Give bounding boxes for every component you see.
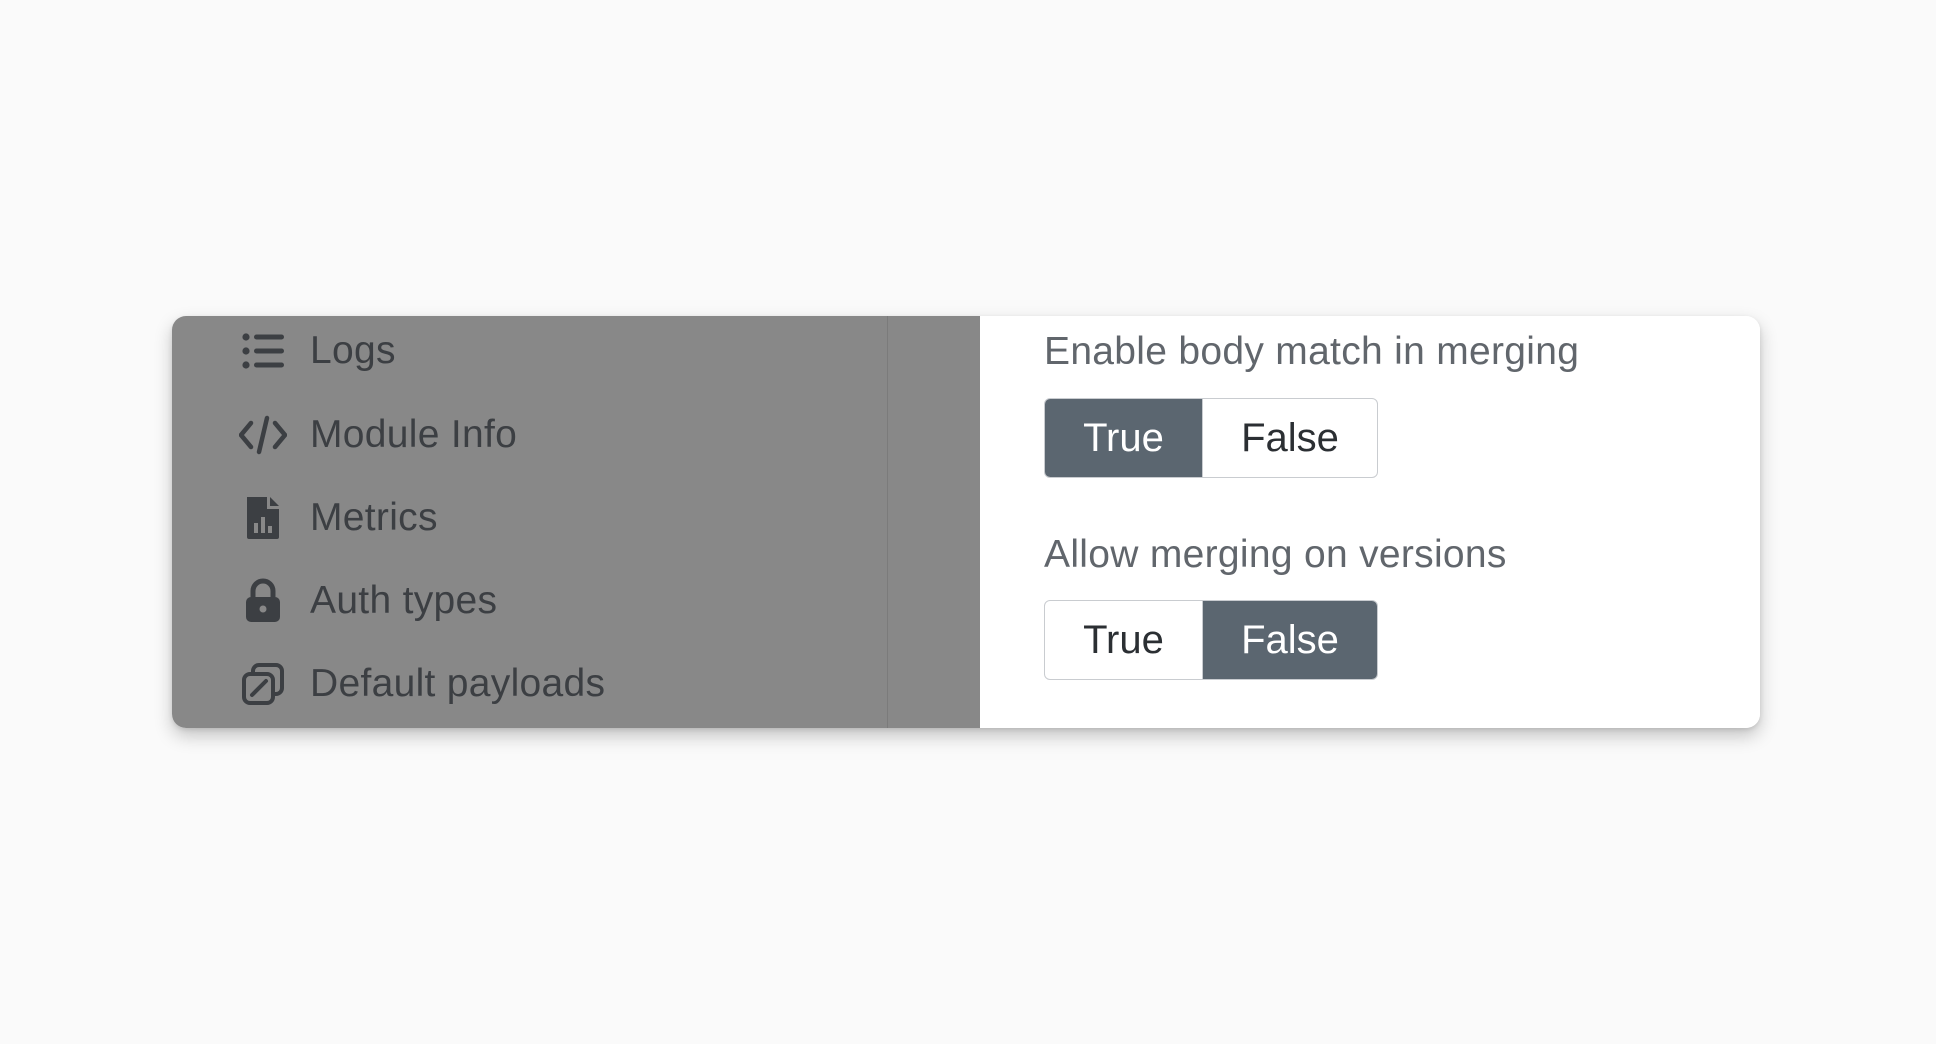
lock-icon [238,576,288,626]
sidebar-divider [887,316,888,728]
sidebar-item-auth-types[interactable]: Auth types [238,571,497,631]
sidebar-nav: Logs Module Info Metrics Auth types Defa… [172,316,887,728]
payload-icon [238,659,288,709]
body-match-label: Enable body match in merging [1044,330,1580,373]
merge-versions-true-button[interactable]: True [1045,601,1203,679]
sidebar-item-metrics[interactable]: Metrics [238,488,438,548]
code-icon [238,410,288,460]
sidebar-item-label: Metrics [310,496,438,539]
list-icon [238,326,288,376]
file-chart-icon [238,493,288,543]
sidebar-item-label: Default payloads [310,662,606,705]
sidebar-item-label: Auth types [310,579,498,622]
sidebar-item-module-info[interactable]: Module Info [238,405,517,465]
body-match-toggle: True False [1044,398,1378,478]
body-match-true-button[interactable]: True [1045,399,1203,477]
sidebar-item-default-payloads[interactable]: Default payloads [238,654,605,714]
settings-content: Enable body match in merging True False … [980,316,1760,728]
settings-panel: Logs Module Info Metrics Auth types Defa… [172,316,1760,728]
body-match-false-button[interactable]: False [1203,399,1377,477]
sidebar: Logs Module Info Metrics Auth types Defa… [172,316,980,728]
merge-versions-label: Allow merging on versions [1044,533,1507,576]
sidebar-item-logs[interactable]: Logs [238,321,396,381]
sidebar-item-label: Logs [310,329,396,372]
sidebar-item-label: Module Info [310,413,518,456]
merge-versions-false-button[interactable]: False [1203,601,1377,679]
merge-versions-toggle: True False [1044,600,1378,680]
